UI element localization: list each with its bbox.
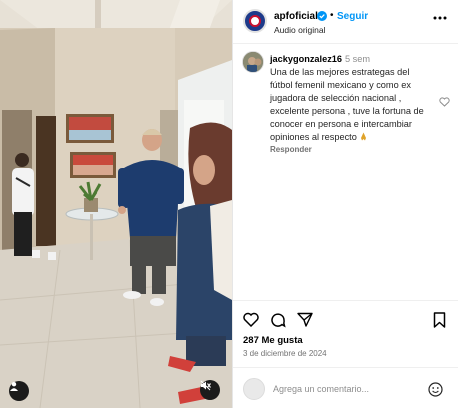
account-avatar[interactable] — [243, 9, 267, 33]
video-frame — [0, 0, 232, 408]
follow-button[interactable]: Seguir — [337, 11, 368, 22]
mute-icon — [200, 380, 211, 391]
reply-button[interactable]: Responder — [270, 145, 312, 154]
share-icon[interactable] — [297, 312, 313, 327]
account-logo — [249, 15, 261, 27]
current-user-avatar — [243, 378, 265, 400]
comment-body: jackygonzalez16 5 sem Una de las mejores … — [270, 53, 432, 144]
header-separator: • — [330, 10, 334, 21]
mute-button[interactable] — [200, 380, 220, 400]
post-details-panel: apfoficial • Seguir Audio original jacky… — [232, 0, 458, 408]
comment-text: Una de las mejores estrategas del fútbol… — [270, 67, 424, 142]
comment-icon[interactable] — [270, 312, 286, 328]
commenter-avatar[interactable] — [242, 51, 264, 73]
post-actions: 287 Me gusta 3 de diciembre de 2024 — [233, 300, 458, 408]
heart-icon[interactable] — [243, 312, 259, 327]
comment-input[interactable] — [273, 382, 413, 396]
bookmark-icon[interactable] — [433, 312, 446, 328]
reel-video[interactable] — [0, 0, 232, 408]
verified-badge-icon — [317, 11, 327, 21]
post-header: apfoficial • Seguir Audio original — [233, 0, 458, 44]
likes-count[interactable]: 287 Me gusta — [243, 335, 303, 346]
add-comment-bar — [233, 367, 458, 408]
emoji-icon[interactable] — [428, 382, 443, 397]
reel-profile-button[interactable] — [9, 381, 29, 401]
audio-link[interactable]: Audio original — [274, 25, 326, 35]
commenter-photo — [243, 52, 263, 72]
comment-like-heart-icon[interactable] — [439, 97, 450, 107]
more-options-icon[interactable] — [433, 15, 447, 21]
commenter-username[interactable]: jackygonzalez16 — [270, 54, 342, 64]
account-username[interactable]: apfoficial — [274, 11, 318, 22]
praying-hands-emoji — [359, 132, 368, 142]
post-date: 3 de diciembre de 2024 — [243, 349, 327, 358]
comment-time[interactable]: 5 sem — [345, 54, 370, 64]
user-icon — [10, 382, 18, 391]
